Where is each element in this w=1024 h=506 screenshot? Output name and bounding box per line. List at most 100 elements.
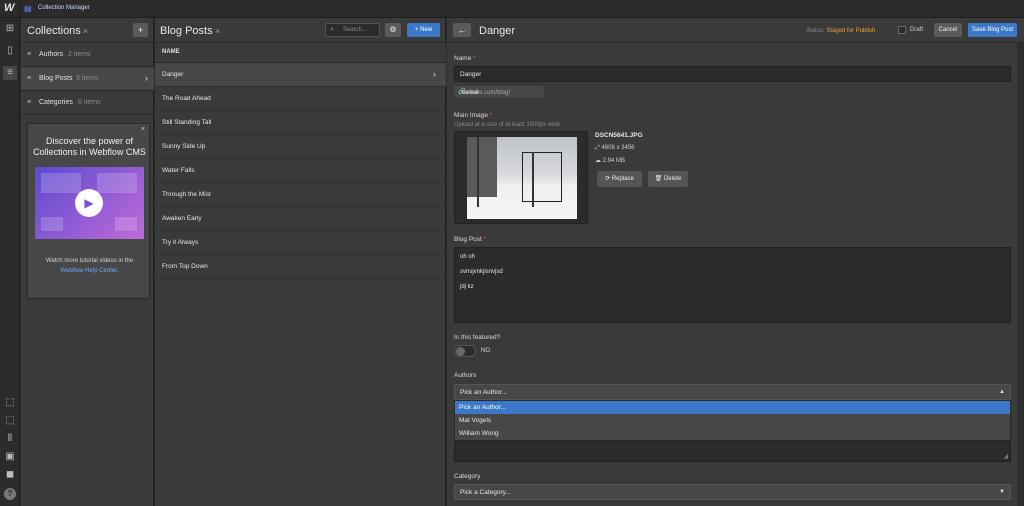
select-dashed-icon[interactable]: ⬚ (3, 414, 17, 428)
new-post-button[interactable]: + New (407, 23, 440, 37)
collection-count: 6 items (78, 99, 101, 106)
collection-item-authors[interactable]: ≡ Authors 2 items (21, 43, 154, 67)
collections-panel: Collections × + ≡ Authors 2 items ≡ Blog… (21, 18, 154, 506)
post-title: From Top Down (162, 263, 208, 270)
status-text: Status: Staged for Publish (806, 28, 875, 34)
post-row-danger[interactable]: Danger › (155, 63, 446, 87)
trees (467, 137, 497, 197)
post-row[interactable]: Awaken Early (155, 207, 446, 231)
add-collection-button[interactable]: + (133, 23, 148, 37)
search-placeholder: Search... (343, 27, 368, 33)
toggle-state: NO (481, 348, 490, 354)
draft-label: Draft (910, 27, 924, 33)
text-line: uh oh (460, 254, 476, 260)
author-select[interactable]: Pick an Author... ▲ (454, 384, 1011, 400)
promo-video-thumbnail[interactable]: ▶ (35, 167, 144, 239)
back-arrow-icon[interactable]: ← (453, 23, 471, 37)
collection-item-categories[interactable]: ≡ Categories 6 items (21, 91, 154, 115)
editor-panel: ← Danger Status: Staged for Publish Draf… (447, 18, 1024, 506)
resize-grip-icon[interactable]: ◢ (1003, 453, 1008, 460)
collection-label: Authors (39, 51, 64, 58)
thumb-block (41, 173, 81, 193)
play-icon[interactable]: ▶ (75, 189, 103, 217)
toggle-knob (456, 347, 465, 356)
image-hint: Upload at a size of at least 1500px wide (454, 122, 561, 128)
select-icon[interactable]: ⬚ (3, 396, 17, 410)
promo-sub: Watch more tutorial videos in the (45, 258, 134, 264)
replace-button[interactable]: ⟳ Replace (597, 171, 642, 187)
promo-card: × Discover the power of Collections in W… (27, 123, 150, 299)
post-row[interactable]: The Road Ahead (155, 87, 446, 111)
fence-post (532, 152, 534, 207)
author-option[interactable]: Mat Vogels (455, 414, 1010, 427)
search-input[interactable]: ⌕ Search... (325, 23, 380, 37)
collections-header: Collections × + (21, 18, 154, 43)
help-icon[interactable]: ? (4, 488, 16, 500)
post-title: Awaken Early (162, 215, 202, 222)
image-icon[interactable]: ▣ (3, 450, 17, 464)
database-icon: ≡ (27, 51, 32, 58)
help-center-link[interactable]: Webflow Help Center. (61, 268, 119, 274)
posts-header: Blog Posts × ⌕ Search... ⚙ + New (155, 18, 446, 43)
close-icon[interactable]: × (215, 26, 220, 36)
draft-checkbox[interactable] (898, 26, 906, 34)
video-icon[interactable]: ◼ (3, 468, 17, 482)
author-option[interactable]: Pick an Author... (455, 401, 1010, 414)
top-bar: W ▤ Collection Manager (0, 0, 1024, 18)
post-row[interactable]: Sunny Side Up (155, 135, 446, 159)
delete-button[interactable]: 🗑 Delete (648, 171, 688, 187)
slug-field[interactable]: 🔗 website.com/blog/cereal (454, 86, 544, 98)
author-option[interactable]: William Wong (455, 427, 1010, 440)
save-button[interactable]: Save Blog Post (968, 23, 1017, 37)
promo-title: Discover the power of Collections in Web… (33, 136, 146, 157)
post-row[interactable]: Water Falls (155, 159, 446, 183)
search-icon: ⌕ (330, 26, 334, 33)
name-field[interactable]: Danger (454, 66, 1011, 82)
cancel-button[interactable]: Cancel (934, 23, 962, 37)
image-filename: DSCN5641.JPG (595, 132, 643, 139)
tree-trunk (477, 137, 479, 207)
featured-toggle[interactable] (454, 345, 476, 357)
collection-label: Categories (39, 99, 73, 106)
close-icon[interactable]: × (83, 26, 88, 36)
barcode-icon[interactable]: ⦀ (3, 432, 17, 446)
column-header[interactable]: NAME (155, 43, 446, 63)
author-select-value: Pick an Author... (460, 389, 507, 396)
image-filesize: ☁ 2.94 MB (595, 158, 626, 164)
image-preview[interactable] (454, 131, 588, 224)
image-label: Main Image * (454, 112, 493, 119)
blog-posts-panel: Blog Posts × ⌕ Search... ⚙ + New NAME Da… (155, 18, 446, 506)
webflow-logo[interactable]: W (4, 2, 18, 16)
post-title: The Road Ahead (162, 95, 211, 102)
thumb-block (97, 173, 137, 193)
post-row[interactable]: Try it Always (155, 231, 446, 255)
editor-header: ← Danger Status: Staged for Publish Draf… (447, 18, 1024, 43)
add-icon[interactable]: ⊞ (3, 22, 17, 36)
close-icon[interactable]: × (141, 126, 145, 133)
page-icon[interactable]: ▯ (3, 44, 17, 58)
scrollbar[interactable] (1017, 43, 1024, 506)
database-icon: ≡ (27, 99, 32, 106)
collection-item-blog-posts[interactable]: ≡ Blog Posts 9 items › (21, 67, 154, 91)
app-title: Collection Manager (38, 5, 90, 11)
caret-up-icon: ▲ (999, 389, 1005, 395)
multi-reference-field[interactable]: ◢ (454, 441, 1011, 462)
post-row[interactable]: From Top Down (155, 255, 446, 279)
gear-icon[interactable]: ⚙ (385, 23, 401, 37)
featured-label: Is this featured? (454, 334, 501, 341)
category-select[interactable]: Pick a Category... ▼ (454, 484, 1011, 500)
authors-label: Authors (454, 372, 477, 379)
status-badge: Staged for Publish (826, 28, 876, 34)
image-thumbnail (467, 137, 577, 219)
post-title: Danger (162, 71, 184, 78)
database-icon[interactable]: ≡ (3, 66, 17, 80)
collection-count: 2 items (68, 51, 91, 58)
category-select-value: Pick a Category... (460, 489, 511, 496)
column-name: NAME (162, 49, 180, 55)
post-row[interactable]: Through the Mist (155, 183, 446, 207)
rich-text-editor[interactable]: uh oh svnsjvnkjlsnvjsd jdj kz (454, 247, 1011, 323)
chevron-right-icon: › (433, 69, 436, 79)
post-row[interactable]: Still Standing Tall (155, 111, 446, 135)
author-dropdown: Pick an Author... Mat Vogels William Won… (454, 400, 1011, 441)
post-title: Sunny Side Up (162, 143, 206, 150)
